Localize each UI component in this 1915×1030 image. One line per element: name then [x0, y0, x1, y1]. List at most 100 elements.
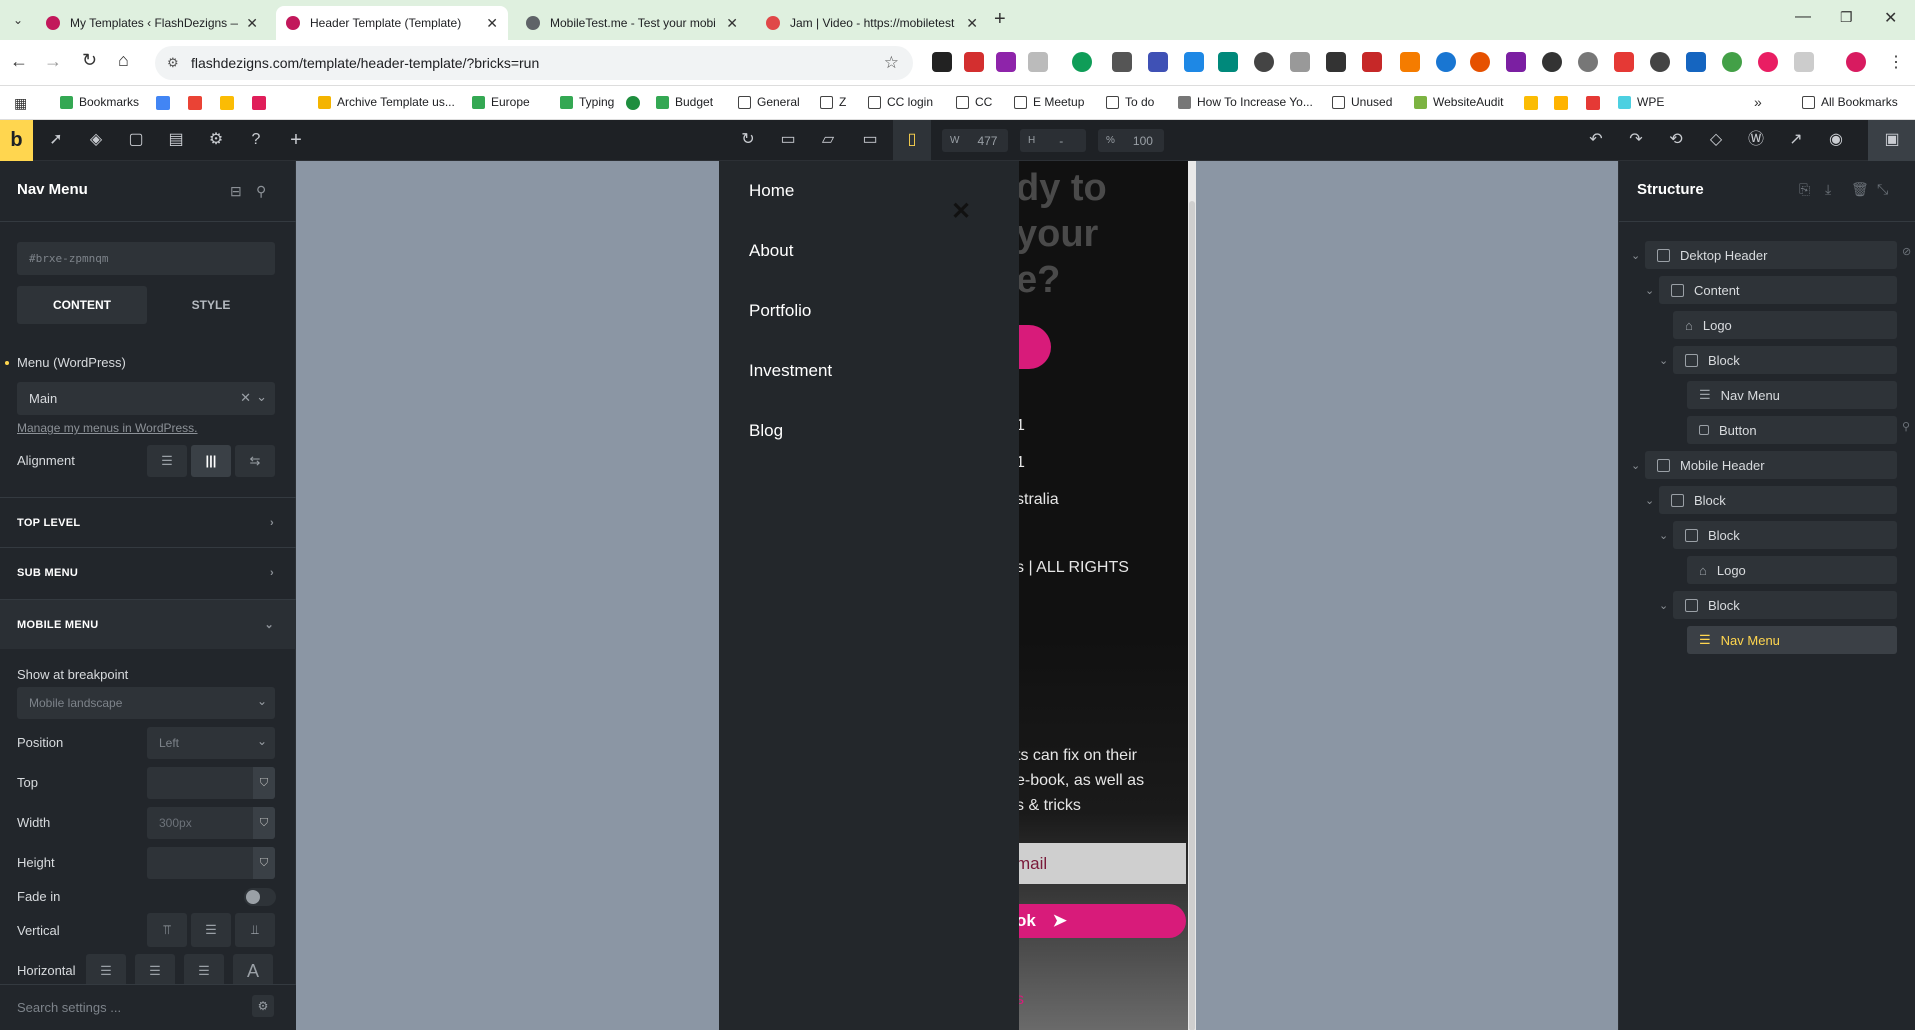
manage-menus-link[interactable]: Manage my menus in WordPress.: [17, 421, 198, 435]
height-field[interactable]: H -: [1020, 129, 1086, 152]
unit-icon[interactable]: ⛉: [253, 807, 275, 839]
apps-grid-icon[interactable]: ▦: [14, 95, 27, 112]
browser-tab-active[interactable]: Header Template (Template) ✕: [276, 6, 508, 40]
desktop-breakpoint-icon[interactable]: ▭: [778, 130, 798, 150]
tablet-landscape-icon[interactable]: ▱: [818, 130, 838, 150]
align-horizontal-button[interactable]: |||: [191, 445, 231, 477]
element-id-field[interactable]: #brxe-zpmnqm: [17, 242, 275, 275]
extension-icon[interactable]: [1758, 52, 1778, 72]
nav-link-investment[interactable]: Investment: [749, 361, 832, 381]
tab-content[interactable]: CONTENT: [17, 286, 147, 324]
add-element-icon[interactable]: +: [286, 130, 306, 150]
bookmark-icon[interactable]: [1586, 96, 1600, 110]
tab-close-icon[interactable]: ✕: [726, 15, 738, 32]
minimize-icon[interactable]: —: [1795, 8, 1811, 26]
help-icon[interactable]: ?: [246, 130, 266, 150]
bookmark-item[interactable]: Budget: [656, 95, 713, 109]
pin-icon[interactable]: ⚲: [1902, 420, 1910, 433]
extension-new-icon[interactable]: [964, 52, 984, 72]
browser-tab[interactable]: Jam | Video - https://mobiletest ✕: [756, 6, 988, 40]
undo-icon[interactable]: ↶: [1586, 130, 1606, 150]
extension-icon[interactable]: [1184, 52, 1204, 72]
structure-node-logo[interactable]: ⌂ Logo: [1687, 556, 1897, 584]
new-tab-icon[interactable]: +: [994, 8, 1006, 31]
structure-node-block[interactable]: Block: [1673, 521, 1897, 549]
components-icon[interactable]: ◈: [86, 130, 106, 150]
vertical-top-button[interactable]: ⫪: [147, 913, 187, 947]
site-info-icon[interactable]: ⚙: [167, 55, 179, 71]
breakpoint-select[interactable]: Mobile landscape ⌄: [17, 687, 275, 719]
unit-icon[interactable]: ⛉: [253, 767, 275, 799]
structure-node-logo[interactable]: ⌂ Logo: [1673, 311, 1897, 339]
extension-icon[interactable]: [1614, 52, 1634, 72]
wordpress-icon[interactable]: Ⓦ: [1746, 130, 1766, 150]
clear-icon[interactable]: ✕: [240, 390, 251, 406]
extension-icon[interactable]: [1072, 52, 1092, 72]
nav-link-about[interactable]: About: [749, 241, 793, 261]
zoom-percent-field[interactable]: % 100: [1098, 129, 1164, 152]
tab-style[interactable]: STYLE: [147, 286, 275, 324]
tablet-portrait-icon[interactable]: ▭: [860, 130, 880, 150]
section-top-level[interactable]: TOP LEVEL ›: [0, 497, 296, 547]
horizontal-center-button[interactable]: ☰: [135, 954, 175, 988]
vertical-center-button[interactable]: ☰: [191, 913, 231, 947]
bookmark-folder[interactable]: All Bookmarks: [1802, 95, 1898, 109]
browser-tab[interactable]: MobileTest.me - Test your mobi ✕: [516, 6, 748, 40]
nav-link-portfolio[interactable]: Portfolio: [749, 301, 811, 321]
menu-select[interactable]: Main ✕ ⌄: [17, 382, 275, 415]
bookmark-item[interactable]: WPE: [1618, 95, 1664, 109]
structure-node-desktop-header[interactable]: Dektop Header: [1645, 241, 1897, 269]
extension-icon[interactable]: [1290, 52, 1310, 72]
tab-close-icon[interactable]: ✕: [966, 15, 978, 32]
more-bookmarks-icon[interactable]: »: [1754, 94, 1762, 110]
extension-icon[interactable]: [1218, 52, 1238, 72]
search-settings-input[interactable]: Search settings ...: [17, 1000, 121, 1015]
drive-bookmark-icon[interactable]: [1524, 96, 1538, 110]
mobile-landscape-icon[interactable]: ▯: [902, 130, 922, 150]
home-icon[interactable]: ⌂: [118, 50, 129, 71]
preview-eye-icon[interactable]: ◉: [1826, 130, 1846, 150]
calendar-bookmark-icon[interactable]: [156, 96, 170, 110]
redo-icon[interactable]: ↷: [1626, 130, 1646, 150]
browser-tab[interactable]: My Templates ‹ FlashDezigns — ✕: [36, 6, 268, 40]
pages-icon[interactable]: ▢: [126, 130, 146, 150]
fade-in-toggle[interactable]: [244, 888, 276, 906]
extension-wordpress-icon[interactable]: [1578, 52, 1598, 72]
bricks-logo[interactable]: b: [0, 120, 33, 161]
close-menu-icon[interactable]: ✕: [951, 197, 971, 226]
browser-menu-icon[interactable]: ⋮: [1888, 52, 1904, 72]
align-vertical-button[interactable]: ☰: [147, 445, 187, 477]
extension-icon[interactable]: [1028, 52, 1048, 72]
extension-icon[interactable]: [932, 52, 952, 72]
slack-bookmark-icon[interactable]: [252, 96, 266, 110]
extension-icon[interactable]: [1326, 52, 1346, 72]
structure-node-content[interactable]: Content: [1659, 276, 1897, 304]
horizontal-text-button[interactable]: A: [233, 954, 273, 988]
structure-node-block[interactable]: Block: [1673, 346, 1897, 374]
bookmark-folder[interactable]: CC: [956, 95, 992, 109]
collapse-chevron-icon[interactable]: ⌄: [1659, 354, 1668, 367]
settings-gear-icon[interactable]: ⚙: [252, 995, 274, 1017]
hidden-eye-icon[interactable]: ⊘: [1902, 245, 1911, 258]
extension-icon[interactable]: [1436, 52, 1456, 72]
extension-icon[interactable]: [1506, 52, 1526, 72]
collapse-chevron-icon[interactable]: ⌄: [1631, 249, 1640, 262]
scrollbar-thumb[interactable]: [1189, 201, 1195, 1030]
collapse-icon[interactable]: ⤡: [1877, 181, 1888, 198]
forward-icon[interactable]: →: [44, 51, 62, 72]
bookmark-folder[interactable]: To do: [1106, 95, 1154, 109]
bookmark-item[interactable]: Europe: [472, 95, 530, 109]
back-icon[interactable]: ←: [10, 51, 28, 72]
bookmark-star-icon[interactable]: ☆: [884, 53, 899, 73]
collapse-chevron-icon[interactable]: ⌄: [1631, 459, 1640, 472]
tab-close-icon[interactable]: ✕: [246, 15, 258, 32]
download-icon[interactable]: ⤓: [1825, 181, 1831, 198]
extension-icon[interactable]: [1254, 52, 1274, 72]
settings-gear-icon[interactable]: ⚙: [206, 130, 226, 150]
restore-icon[interactable]: ❐: [1840, 9, 1853, 26]
history-icon[interactable]: ⟲: [1666, 130, 1686, 150]
element-classes-icon[interactable]: ⊟: [230, 183, 242, 200]
extensions-puzzle-icon[interactable]: [1794, 52, 1814, 72]
refresh-preview-icon[interactable]: ↻: [738, 130, 758, 150]
horizontal-left-button[interactable]: ☰: [86, 954, 126, 988]
